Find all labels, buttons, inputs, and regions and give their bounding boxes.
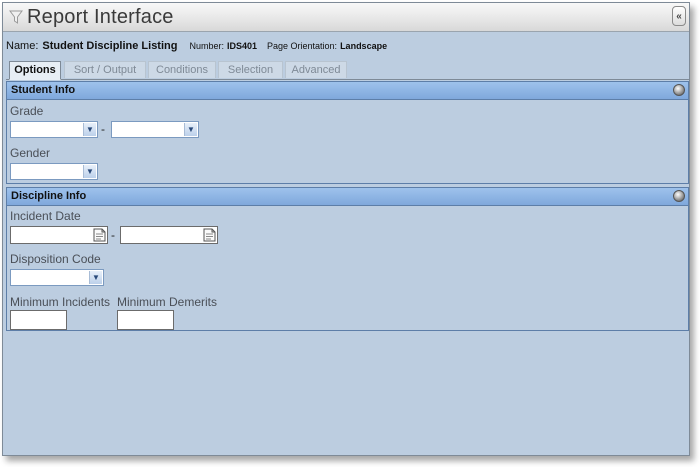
window-title: Report Interface bbox=[27, 6, 174, 28]
report-name-label: Name: bbox=[6, 40, 39, 52]
chevron-down-icon: ▼ bbox=[184, 123, 197, 136]
discipline-info-header[interactable]: Discipline Info bbox=[7, 188, 688, 206]
report-info-line: Name: Student Discipline Listing Number: ID… bbox=[6, 40, 387, 54]
gender-label: Gender bbox=[10, 146, 51, 160]
minimum-incidents-label: Minimum Incidents bbox=[10, 295, 111, 309]
minimum-incidents-input[interactable] bbox=[10, 310, 67, 330]
chevron-down-icon: ▼ bbox=[83, 123, 96, 136]
discipline-info-title: Discipline Info bbox=[11, 190, 87, 202]
minimum-demerits-input[interactable] bbox=[117, 310, 174, 330]
report-number: IDS401 bbox=[226, 41, 258, 51]
chevron-down-icon: ▼ bbox=[83, 165, 96, 178]
collapse-button[interactable]: « bbox=[672, 6, 686, 26]
tab-conditions[interactable]: Conditions bbox=[148, 61, 216, 78]
incident-date-label: Incident Date bbox=[10, 209, 81, 223]
tab-bar: Options Sort / Output Conditions Selecti… bbox=[6, 61, 689, 80]
student-info-section: Student Info Grade ▼ - ▼ Gender ▼ bbox=[6, 81, 689, 184]
chevron-down-icon: ▼ bbox=[89, 271, 102, 284]
page-orientation: Landscape bbox=[340, 41, 388, 51]
funnel-icon bbox=[9, 10, 23, 24]
tab-advanced[interactable]: Advanced bbox=[285, 61, 347, 78]
discipline-info-section: Discipline Info Incident Date - Disposit… bbox=[6, 187, 689, 331]
grade-label: Grade bbox=[10, 104, 44, 118]
student-info-header[interactable]: Student Info bbox=[7, 82, 688, 100]
calendar-icon[interactable] bbox=[203, 228, 216, 242]
tab-selection[interactable]: Selection bbox=[218, 61, 283, 78]
grade-to-select[interactable]: ▼ bbox=[111, 121, 199, 138]
grade-range-dash: - bbox=[101, 122, 105, 136]
report-number-label: Number: bbox=[189, 41, 224, 51]
report-name: Student Discipline Listing bbox=[42, 40, 178, 52]
tab-options[interactable]: Options bbox=[9, 61, 61, 80]
gender-select[interactable]: ▼ bbox=[10, 163, 98, 180]
tab-sort-output[interactable]: Sort / Output bbox=[64, 61, 146, 78]
disposition-code-select[interactable]: ▼ bbox=[10, 269, 104, 286]
section-toggle-icon[interactable] bbox=[673, 84, 685, 96]
section-toggle-icon[interactable] bbox=[673, 190, 685, 202]
double-chevron-left-icon: « bbox=[676, 11, 682, 22]
incident-date-range-dash: - bbox=[111, 228, 115, 242]
report-interface-window: Report Interface « Name: Student Discipli… bbox=[2, 2, 690, 456]
calendar-icon[interactable] bbox=[93, 228, 106, 242]
disposition-code-label: Disposition Code bbox=[10, 252, 101, 266]
incident-date-from-input[interactable] bbox=[10, 226, 108, 244]
incident-date-to-input[interactable] bbox=[120, 226, 218, 244]
grade-from-select[interactable]: ▼ bbox=[10, 121, 98, 138]
title-bar: Report Interface « bbox=[3, 3, 689, 32]
student-info-title: Student Info bbox=[11, 84, 76, 96]
minimum-demerits-label: Minimum Demerits bbox=[117, 295, 218, 309]
page-orientation-label: Page Orientation: bbox=[267, 41, 338, 51]
